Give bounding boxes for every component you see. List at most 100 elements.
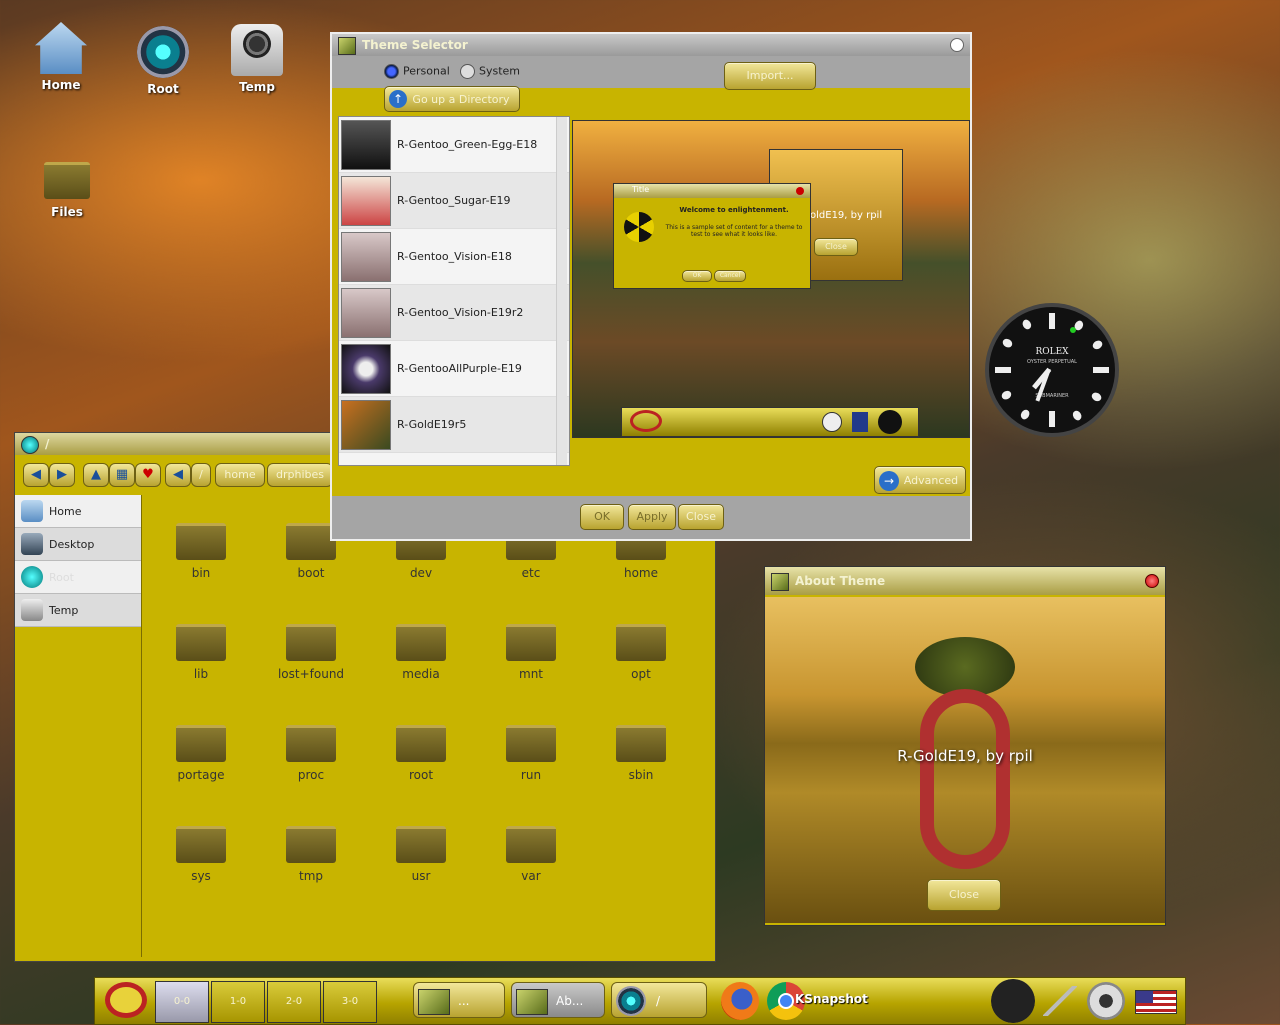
flag-canton <box>1136 991 1153 1003</box>
breadcrumb-root[interactable]: / <box>191 463 211 487</box>
folder-item[interactable]: sbin <box>591 715 691 782</box>
theme-list-item[interactable]: R-Gentoo_Vision-E18 <box>339 229 569 285</box>
start-menu-button[interactable] <box>105 982 147 1018</box>
preview-dialog-body: This is a sample set of content for a th… <box>665 224 803 238</box>
gear-icon <box>137 26 189 78</box>
theme-list-item[interactable]: R-Gentoo_Sugar-E19 <box>339 173 569 229</box>
theme-selector-titlebar[interactable]: Theme Selector <box>332 34 970 56</box>
theme-icon <box>771 573 789 591</box>
folder-item[interactable]: var <box>481 816 581 883</box>
theme-name: R-GoldE19r5 <box>397 418 467 431</box>
network-icon[interactable] <box>1043 986 1077 1016</box>
go-up-directory-button[interactable]: ↑ Go up a Directory <box>384 86 520 112</box>
close-button[interactable]: Close <box>678 504 724 530</box>
folder-label: sbin <box>628 768 654 782</box>
theme-name: R-Gentoo_Vision-E19r2 <box>397 306 524 319</box>
breadcrumb-home[interactable]: home <box>215 463 265 487</box>
place-home[interactable]: Home <box>15 495 141 528</box>
clock-icon[interactable] <box>991 979 1035 1023</box>
theme-name: R-Gentoo_Sugar-E19 <box>397 194 511 207</box>
place-temp[interactable]: Temp <box>15 594 141 627</box>
radio-personal[interactable]: Personal <box>384 64 450 79</box>
ok-button[interactable]: OK <box>580 504 624 530</box>
folder-item[interactable]: lost+found <box>261 614 361 681</box>
folder-item[interactable]: portage <box>151 715 251 782</box>
import-button[interactable]: Import... <box>724 62 816 90</box>
desktop-icon-home[interactable]: Home <box>16 22 106 92</box>
desktop-icon-files[interactable]: Files <box>22 150 112 219</box>
view-mode-button[interactable]: ▦ <box>109 463 135 487</box>
pager-desk-1[interactable]: 1-0 <box>211 981 265 1023</box>
preview-dialog-titlebar: Title <box>614 184 810 198</box>
folder-label: var <box>521 869 541 883</box>
folder-item[interactable]: run <box>481 715 581 782</box>
radiation-icon <box>624 212 654 242</box>
volume-knob-icon[interactable] <box>1087 982 1125 1020</box>
folder-label: lib <box>193 667 209 681</box>
folder-icon <box>616 725 666 762</box>
gear-icon <box>616 986 646 1016</box>
folder-item[interactable]: root <box>371 715 471 782</box>
window-title: About Theme <box>795 574 886 588</box>
ksnapshot-launcher[interactable]: KSnapshot <box>795 992 868 1006</box>
theme-list-scrollbar[interactable] <box>556 117 567 465</box>
folder-item[interactable]: usr <box>371 816 471 883</box>
breadcrumb-drphibes[interactable]: drphibes <box>267 463 333 487</box>
close-icon[interactable] <box>1145 574 1159 588</box>
theme-list-item[interactable]: R-GentooAllPurple-E19 <box>339 341 569 397</box>
theme-list-item[interactable]: R-Gentoo_Green-Egg-E18 <box>339 117 569 173</box>
task-button-file-manager[interactable]: / <box>611 982 707 1018</box>
folder-item[interactable]: media <box>371 614 471 681</box>
up-button[interactable]: ▲ <box>83 463 109 487</box>
folder-item[interactable]: sys <box>151 816 251 883</box>
folder-item[interactable]: mnt <box>481 614 581 681</box>
folder-label: tmp <box>298 869 323 883</box>
theme-list-item[interactable]: R-Gentoo_Vision-E19r2 <box>339 285 569 341</box>
folder-item[interactable]: lib <box>151 614 251 681</box>
battery-icon <box>852 412 868 432</box>
crumb-back-button[interactable]: ◀ <box>165 463 191 487</box>
place-label: Temp <box>49 603 79 617</box>
pager-desk-0[interactable]: 0-0 <box>155 981 209 1023</box>
task-button-theme-selector[interactable]: ... <box>413 982 505 1018</box>
about-close-button[interactable]: Close <box>927 879 1001 911</box>
advanced-button[interactable]: → Advanced <box>874 466 966 494</box>
pager-desk-3[interactable]: 3-0 <box>323 981 377 1023</box>
task-label: ... <box>458 994 470 1008</box>
desktop-icon-label: Files <box>51 205 83 219</box>
hour-marker <box>1020 318 1033 331</box>
back-button[interactable]: ◀ <box>23 463 49 487</box>
clock-brand: ROLEX <box>1035 347 1069 357</box>
close-icon[interactable] <box>950 38 964 52</box>
desktop-icon-temp[interactable]: Temp <box>212 24 302 94</box>
desktop-icon-root[interactable]: Root <box>118 26 208 96</box>
folder-item[interactable]: proc <box>261 715 361 782</box>
us-flag-keyboard-layout-icon[interactable] <box>1135 990 1177 1014</box>
place-root[interactable]: Root <box>15 561 141 594</box>
radio-label: Personal <box>403 64 450 78</box>
theme-list[interactable]: R-Gentoo_Green-Egg-E18 R-Gentoo_Sugar-E1… <box>338 116 570 466</box>
task-button-about-theme[interactable]: Ab... <box>511 982 605 1018</box>
forward-button[interactable]: ▶ <box>49 463 75 487</box>
drive-icon <box>231 24 283 76</box>
folder-label: proc <box>297 768 325 782</box>
analog-clock-widget[interactable]: ROLEX OYSTER PERPETUAL SUBMARINER <box>985 303 1119 437</box>
pager-desk-2[interactable]: 2-0 <box>267 981 321 1023</box>
apply-button[interactable]: Apply <box>628 504 676 530</box>
watch-icon <box>878 410 902 434</box>
firefox-icon[interactable] <box>721 982 759 1020</box>
status-dot <box>1070 327 1076 333</box>
folder-item[interactable]: opt <box>591 614 691 681</box>
clock-icon <box>822 412 842 432</box>
place-desktop[interactable]: Desktop <box>15 528 141 561</box>
folder-item[interactable]: tmp <box>261 816 361 883</box>
favorites-heart-icon[interactable]: ♥ <box>135 463 161 487</box>
window-title: / <box>45 437 50 451</box>
radio-system[interactable]: System <box>460 64 520 79</box>
theme-thumbnail <box>341 175 391 226</box>
hour-marker <box>1071 409 1084 422</box>
chrome-center <box>778 993 794 1009</box>
folder-item[interactable]: bin <box>151 513 251 580</box>
about-theme-titlebar[interactable]: About Theme <box>765 567 1165 595</box>
theme-list-item[interactable]: R-GoldE19r5 <box>339 397 569 453</box>
